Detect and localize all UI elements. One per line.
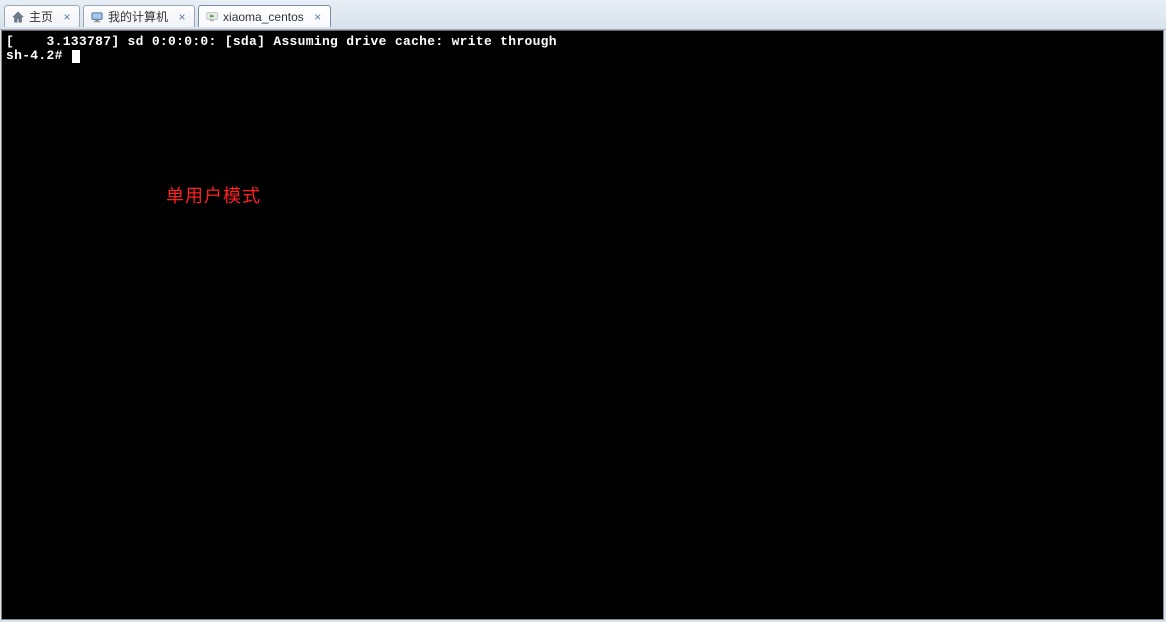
- tab-home[interactable]: 主页 ×: [4, 5, 80, 27]
- tab-vm-centos[interactable]: xiaoma_centos ×: [198, 5, 331, 27]
- close-icon[interactable]: ×: [176, 11, 188, 23]
- cursor: [72, 50, 80, 63]
- close-icon[interactable]: ×: [61, 11, 73, 23]
- annotation-overlay: 单用户模式: [166, 189, 261, 203]
- terminal-prompt-line: sh-4.2#: [6, 49, 1159, 63]
- home-icon: [11, 10, 25, 24]
- monitor-icon: [90, 10, 104, 24]
- close-icon[interactable]: ×: [312, 11, 324, 23]
- vm-power-icon: [205, 10, 219, 24]
- terminal-console[interactable]: [ 3.133787] sd 0:0:0:0: [sda] Assuming d…: [1, 30, 1164, 620]
- tab-my-computer[interactable]: 我的计算机 ×: [83, 5, 195, 27]
- tab-my-computer-label: 我的计算机: [108, 8, 168, 25]
- shell-prompt: sh-4.2#: [6, 48, 63, 63]
- tab-vm-centos-label: xiaoma_centos: [223, 10, 304, 24]
- tab-home-label: 主页: [29, 8, 53, 25]
- terminal-output-line: [ 3.133787] sd 0:0:0:0: [sda] Assuming d…: [6, 35, 1159, 49]
- tab-bar: 主页 × 我的计算机 × xiaoma_centos ×: [0, 0, 1166, 30]
